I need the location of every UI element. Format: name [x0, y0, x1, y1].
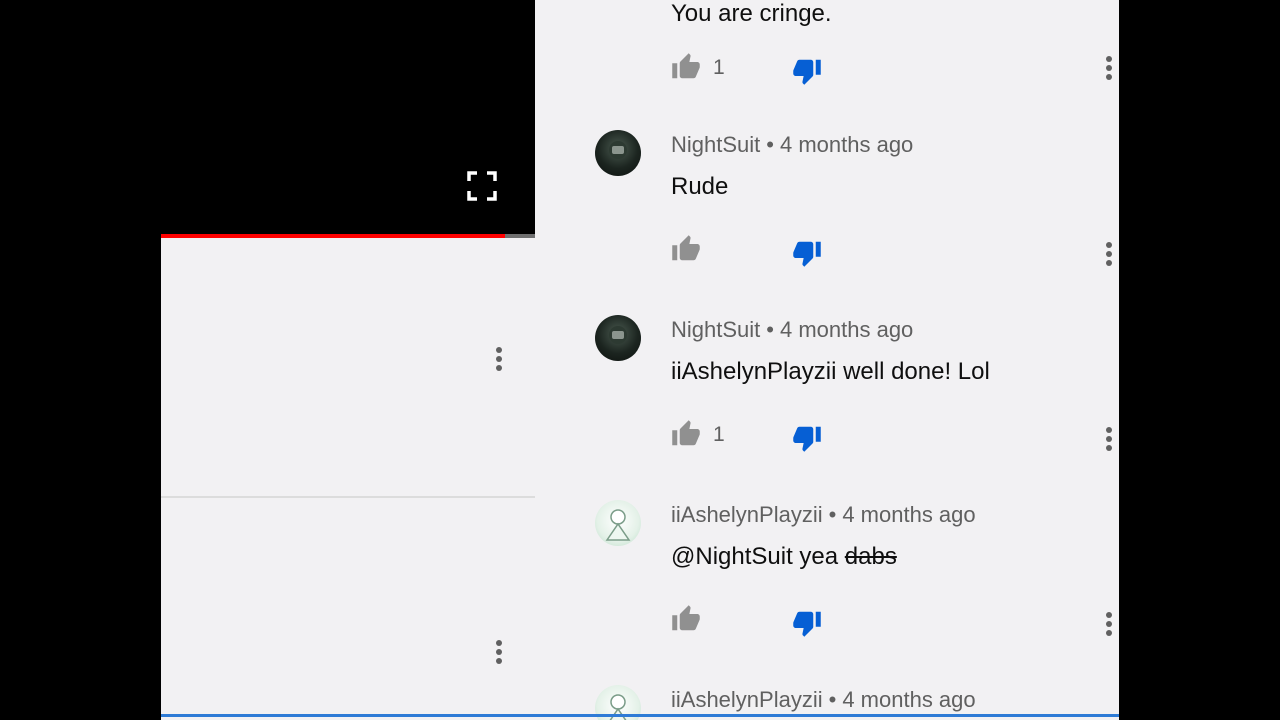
divider [161, 496, 535, 498]
dislike-icon[interactable] [792, 238, 822, 268]
comment-meta: iiAshelynPlayzii • 4 months ago [671, 687, 976, 713]
more-options-icon[interactable] [492, 345, 506, 375]
more-options-icon[interactable] [1102, 240, 1116, 270]
video-progress-bar[interactable] [161, 234, 535, 238]
like-count: 1 [713, 423, 725, 446]
video-player[interactable] [161, 0, 535, 238]
comment-meta: iiAshelynPlayzii • 4 months ago [671, 502, 976, 528]
comment-text: You are cringe. [671, 0, 832, 27]
bottom-accent-line [161, 714, 1119, 717]
dislike-icon[interactable] [792, 56, 822, 86]
dislike-icon[interactable] [792, 608, 822, 638]
more-options-icon[interactable] [1102, 54, 1116, 84]
comment-author[interactable]: iiAshelynPlayzii [671, 687, 823, 712]
app-screen: You are cringe. 1 NightSuit • 4 months ago… [161, 0, 1119, 720]
like-icon[interactable] [671, 419, 701, 449]
comment-author[interactable]: iiAshelynPlayzii [671, 502, 823, 527]
like-icon[interactable] [671, 234, 701, 264]
comment-meta: NightSuit • 4 months ago [671, 132, 913, 158]
comment-text-main: @NightSuit yea [671, 543, 839, 570]
comment-text: iiAshelynPlayzii well done! Lol [671, 358, 990, 385]
avatar[interactable] [595, 500, 641, 546]
comment-item: You are cringe. 1 [595, 0, 1119, 85]
separator-dot: • [766, 317, 774, 342]
fullscreen-icon[interactable] [466, 170, 498, 202]
comment-time[interactable]: 4 months ago [842, 502, 975, 527]
comment-meta: NightSuit • 4 months ago [671, 317, 913, 343]
avatar[interactable] [595, 130, 641, 176]
like-icon[interactable] [671, 604, 701, 634]
dislike-icon[interactable] [792, 423, 822, 453]
avatar[interactable] [595, 315, 641, 361]
separator-dot: • [828, 502, 837, 527]
more-options-icon[interactable] [1102, 425, 1116, 455]
more-options-icon[interactable] [492, 638, 506, 668]
comment-time[interactable]: 4 months ago [842, 687, 975, 712]
comment-text: @NightSuit yea dabs [671, 543, 897, 571]
comment-item: iiAshelynPlayzii • 4 months ago @NightSuit… [595, 500, 1119, 685]
comment-time[interactable]: 4 months ago [780, 317, 913, 342]
separator-dot: • [766, 132, 774, 157]
comment-text: Rude [671, 173, 729, 200]
comment-item: NightSuit • 4 months ago Rude [595, 130, 1119, 315]
separator-dot: • [828, 687, 837, 712]
comment-text-strikethrough: dabs [844, 543, 897, 570]
like-count: 1 [713, 56, 725, 79]
comment-author[interactable]: NightSuit [671, 317, 760, 342]
like-icon[interactable] [671, 52, 701, 82]
comment-item: NightSuit • 4 months ago iiAshelynPlayzii … [595, 315, 1119, 500]
comment-time[interactable]: 4 months ago [780, 132, 913, 157]
video-progress-fill [161, 234, 506, 238]
more-options-icon[interactable] [1102, 610, 1116, 640]
comment-author[interactable]: NightSuit [671, 132, 760, 157]
